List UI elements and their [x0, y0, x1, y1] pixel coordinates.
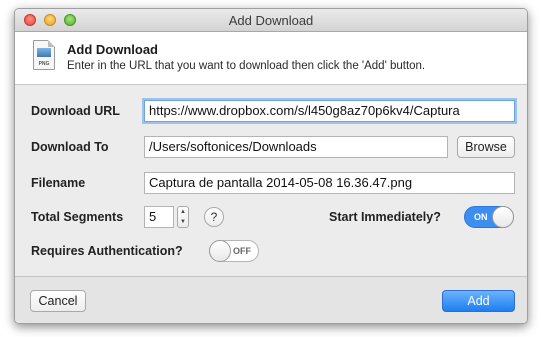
segments-stepper[interactable]: ▲ ▼	[177, 206, 189, 228]
browse-button[interactable]: Browse	[457, 136, 515, 158]
download-to-label: Download To	[31, 140, 109, 154]
start-immediately-toggle[interactable]: ON	[464, 206, 514, 228]
dialog-header: PNG Add Download Enter in the URL that y…	[15, 32, 527, 85]
start-immediately-label: Start Immediately?	[329, 210, 441, 224]
total-segments-label: Total Segments	[31, 210, 124, 224]
title-bar[interactable]: Add Download	[15, 9, 527, 32]
dialog-footer: Cancel Add	[15, 276, 527, 323]
start-toggle-state: ON	[474, 212, 488, 222]
requires-auth-label: Requires Authentication?	[31, 244, 183, 258]
window-title: Add Download	[228, 13, 314, 28]
requires-auth-toggle[interactable]: OFF	[209, 240, 259, 262]
help-button[interactable]: ?	[204, 207, 224, 227]
download-url-input[interactable]: https://www.dropbox.com/s/l450g8az70p6kv…	[144, 100, 515, 122]
add-button[interactable]: Add	[442, 290, 515, 312]
toggle-knob	[492, 206, 514, 228]
toggle-knob	[209, 240, 231, 262]
cancel-button[interactable]: Cancel	[30, 290, 86, 312]
dialog-heading: Add Download	[67, 42, 158, 57]
filename-input[interactable]: Captura de pantalla 2014-05-08 16.36.47.…	[144, 172, 515, 194]
filename-label: Filename	[31, 176, 86, 190]
png-file-icon: PNG	[33, 40, 55, 70]
stepper-down-icon[interactable]: ▼	[178, 217, 188, 227]
png-icon-label: PNG	[38, 61, 50, 67]
dialog-instructions: Enter in the URL that you want to downlo…	[67, 60, 426, 72]
stepper-up-icon[interactable]: ▲	[178, 207, 188, 217]
download-to-input[interactable]: /Users/softonices/Downloads	[144, 136, 448, 158]
auth-toggle-state: OFF	[233, 246, 251, 256]
total-segments-input[interactable]: 5	[144, 206, 174, 228]
download-url-label: Download URL	[31, 104, 120, 118]
add-download-window: Add Download PNG Add Download Enter in t…	[14, 8, 528, 324]
